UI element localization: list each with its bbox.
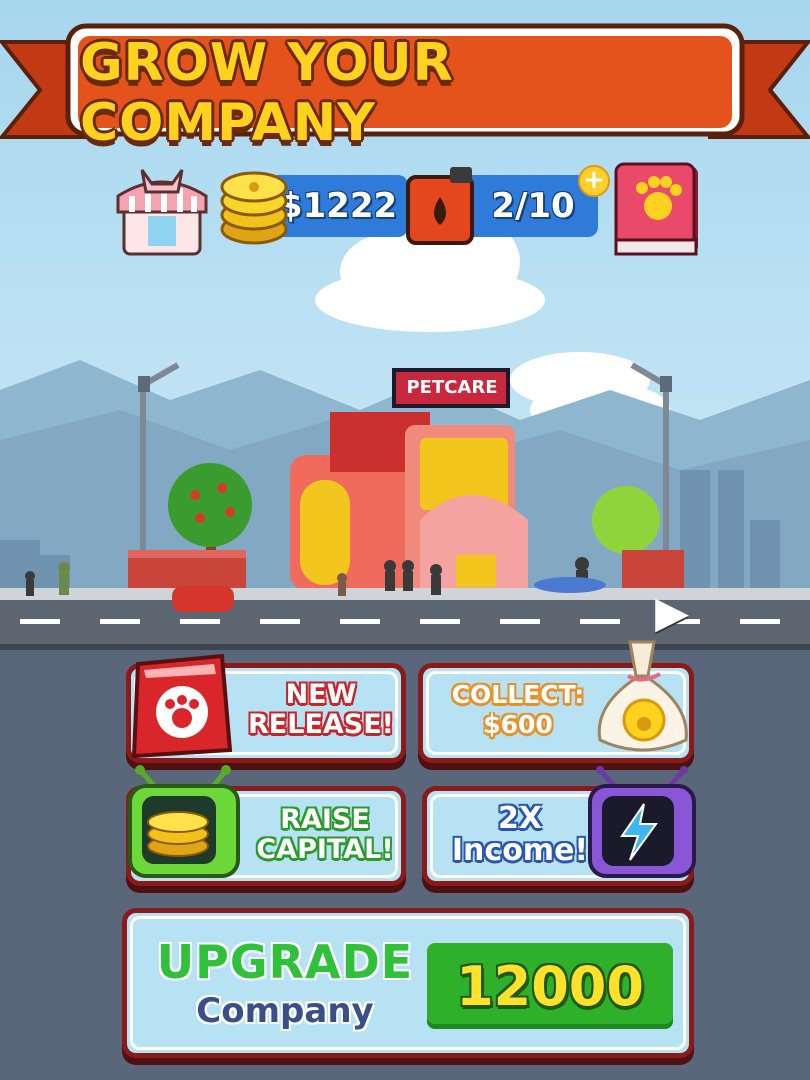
double-income-line1: 2X [497,801,542,836]
upgrade-title: UPGRADE [156,935,414,989]
collect-line1: COLLECT: [451,680,585,709]
upgrade-subtitle: Company [196,991,374,1031]
raise-capital-label: RAISE CAPITAL! [247,805,403,865]
tv-coins-icon [126,764,242,882]
new-release-label: NEW RELEASE! [241,680,401,740]
store-sign: PETCARE [406,377,498,398]
coins-icon [216,165,292,247]
new-release-line2: RELEASE! [248,709,394,740]
upgrade-company-button[interactable]: UPGRADE Company 12000 [122,908,694,1058]
banner-title: GROW YOUR COMPANY [80,33,454,153]
raise-capital-line2: CAPITAL! [256,834,394,865]
new-release-line1: NEW [285,679,357,710]
title-banner: GROW YOUR COMPANY [0,12,810,153]
next-arrow-icon[interactable]: ▶ [646,590,698,636]
collect-label: COLLECT: $600 [433,680,603,740]
pet-food-bag-icon [126,650,234,762]
shop-icon[interactable] [112,158,212,258]
add-fuel-button[interactable]: + [578,165,610,197]
upgrade-price-box: 12000 [427,943,673,1029]
fuel-can-icon [400,163,484,249]
money-bag-icon [590,636,694,760]
collect-amount: $600 [483,710,553,739]
double-income-label: 2X Income! [435,803,605,867]
upgrade-price: 12000 [456,954,644,1018]
pet-book-icon[interactable] [612,160,704,260]
double-income-line2: Income! [451,833,589,868]
tv-lightning-icon [586,766,698,882]
raise-capital-line1: RAISE [280,804,370,835]
